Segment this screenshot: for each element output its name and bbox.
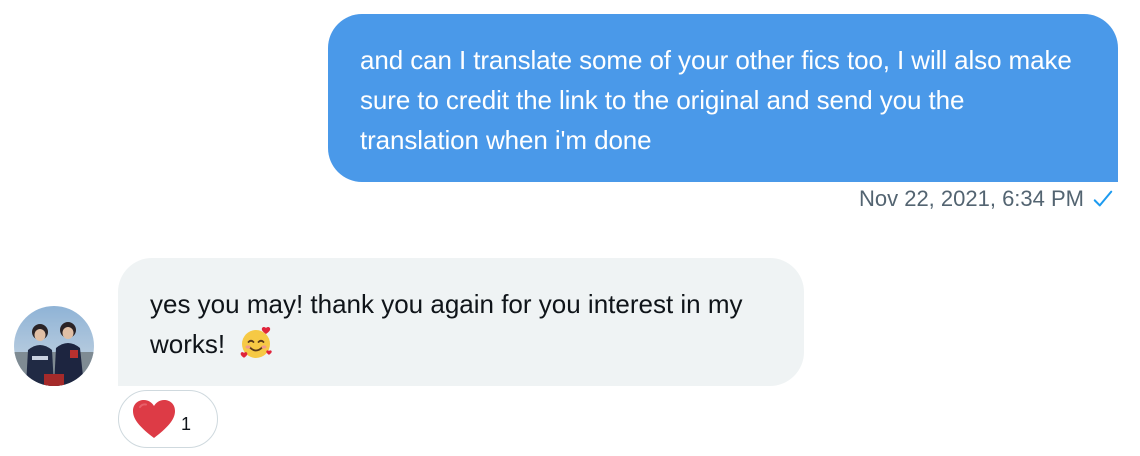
avatar-photo-icon (14, 306, 94, 386)
reaction-count: 1 (181, 413, 192, 434)
checkmark-icon (1093, 190, 1113, 207)
message-timestamp: Nov 22, 2021, 6:34 PM (858, 186, 1084, 211)
heart-icon (133, 400, 175, 438)
outgoing-message-text: and can I translate some of your other f… (360, 45, 1072, 155)
dm-conversation: and can I translate some of your other f… (0, 0, 1140, 456)
outgoing-message-meta: Nov 22, 2021, 6:34 PM (859, 186, 1114, 212)
smiling-face-with-hearts-icon (241, 326, 273, 358)
incoming-message-bubble[interactable]: yes you may! thank you again for you int… (118, 258, 804, 386)
outgoing-message-bubble[interactable]: and can I translate some of your other f… (328, 14, 1118, 182)
reaction-pill[interactable]: 1 (118, 390, 218, 448)
avatar[interactable] (14, 306, 94, 386)
